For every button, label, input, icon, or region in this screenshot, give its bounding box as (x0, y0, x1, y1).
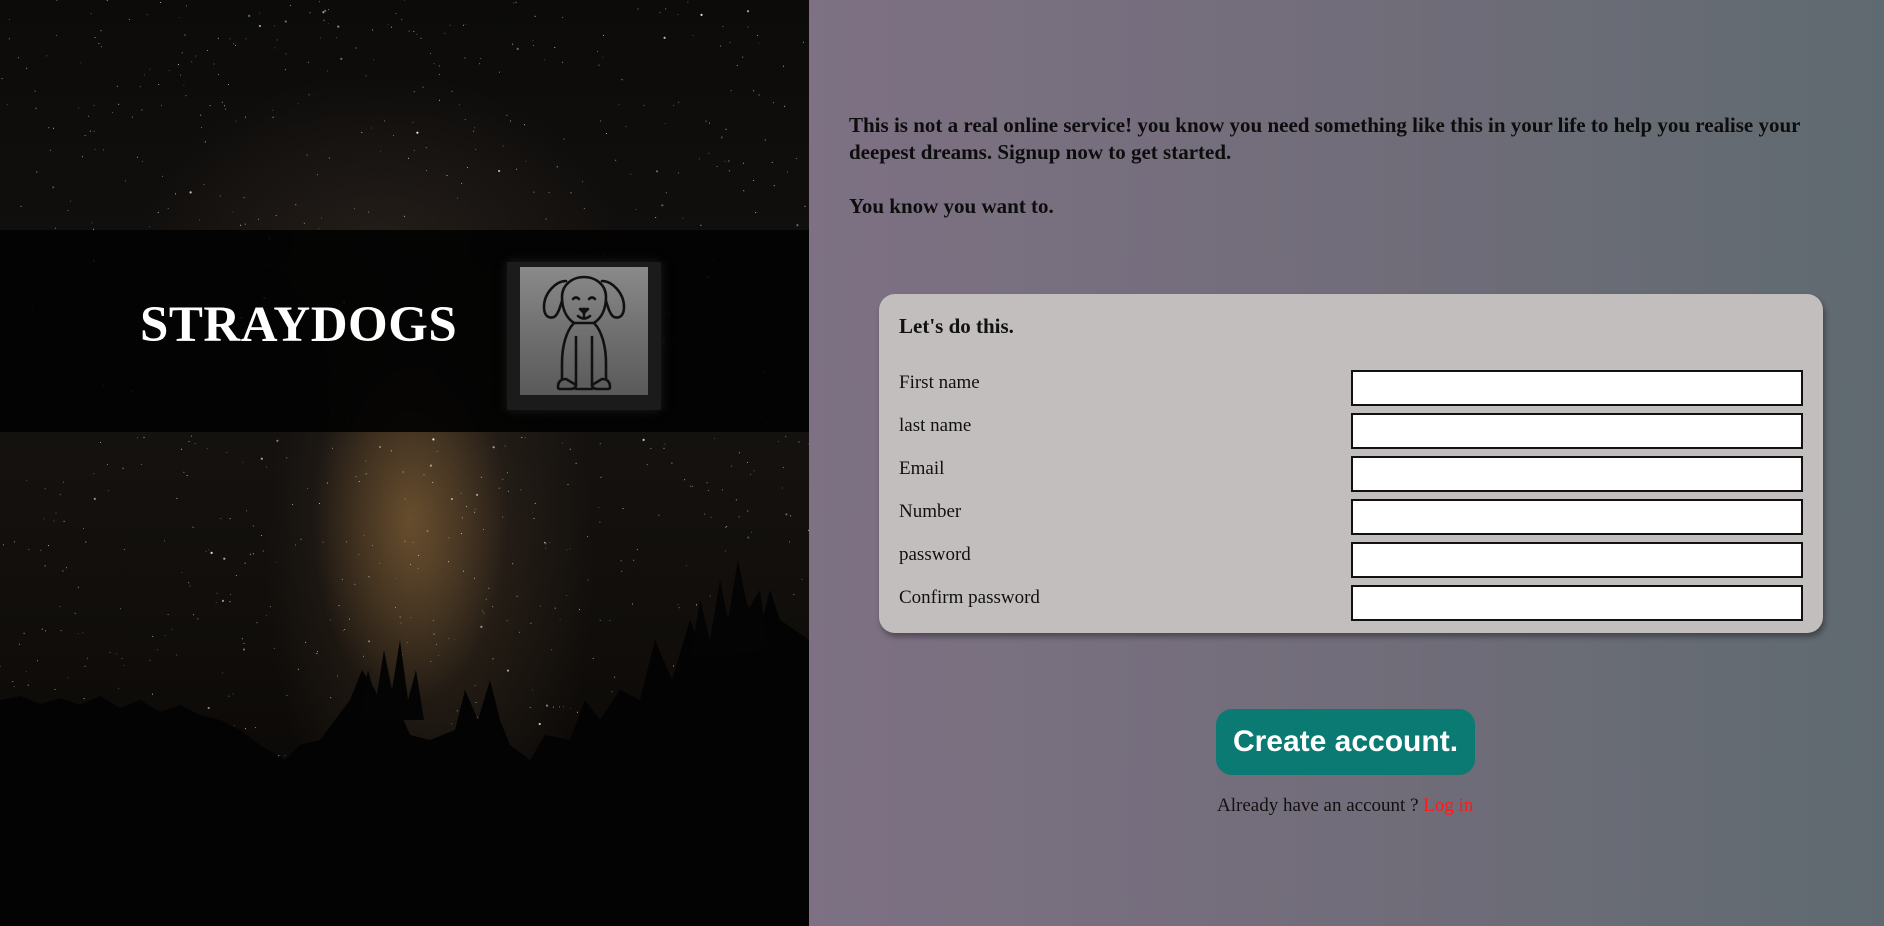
password-input[interactable] (1351, 542, 1803, 578)
confirm-password-row: Confirm password (899, 585, 1803, 621)
email-row: Email (899, 456, 1803, 492)
email-input[interactable] (1351, 456, 1803, 492)
brand-title: STRAYDOGS (140, 297, 458, 353)
logo-frame (507, 262, 661, 410)
intro-tagline: You know you want to. (849, 194, 1054, 218)
number-label: Number (899, 501, 962, 522)
last-name-label: last name (899, 415, 972, 436)
number-input[interactable] (1351, 499, 1803, 535)
first-name-label: First name (899, 372, 980, 393)
sitting-dog-icon (542, 275, 626, 391)
last-name-row: last name (899, 413, 1803, 449)
confirm-password-label: Confirm password (899, 587, 1040, 608)
intro-text: This is not a real online service! you k… (849, 112, 1849, 220)
logo-background (520, 267, 648, 395)
number-row: Number (899, 499, 1803, 535)
login-prompt-text: Already have an account ? (1217, 795, 1419, 816)
signup-panel: This is not a real online service! you k… (809, 0, 1884, 926)
hero-panel: STRAYDOGS (0, 0, 809, 926)
email-label: Email (899, 458, 945, 479)
intro-paragraph: This is not a real online service! you k… (849, 113, 1801, 164)
password-row: password (899, 542, 1803, 578)
forest-silhouette (0, 560, 809, 926)
form-title: Let's do this. (899, 314, 1014, 338)
password-label: password (899, 544, 971, 565)
first-name-input[interactable] (1351, 370, 1803, 406)
login-prompt-line: Already have an account ? Log in (1217, 795, 1473, 817)
confirm-password-input[interactable] (1351, 585, 1803, 621)
last-name-input[interactable] (1351, 413, 1803, 449)
login-link[interactable]: Log in (1423, 795, 1473, 816)
create-account-button[interactable]: Create account. (1216, 709, 1475, 775)
signup-form-card: Let's do this. First name last name Emai… (879, 294, 1823, 633)
first-name-row: First name (899, 370, 1803, 406)
